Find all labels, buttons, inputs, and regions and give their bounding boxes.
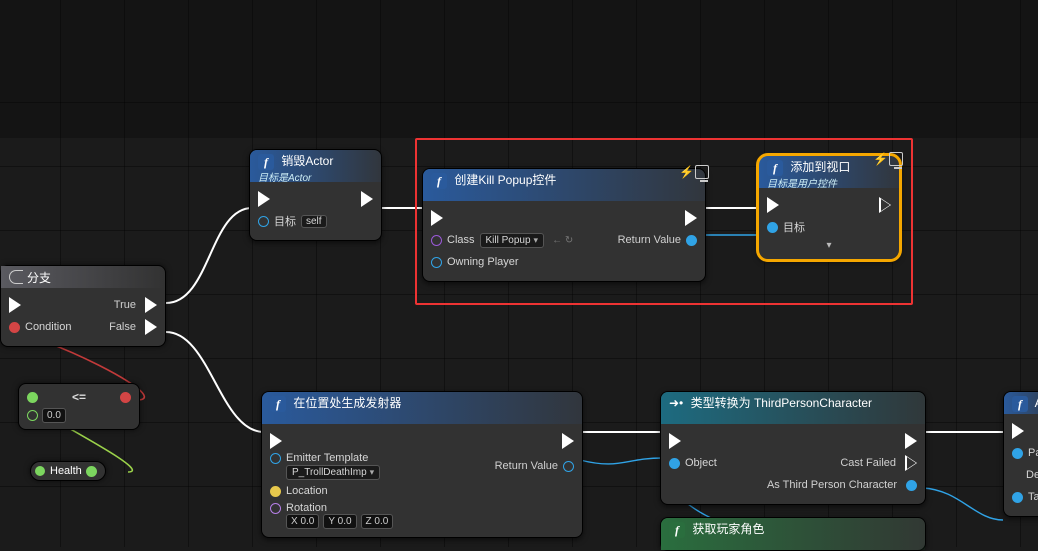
- compare-operator-label: <=: [72, 390, 86, 404]
- exec-in-pin[interactable]: [9, 297, 21, 313]
- false-pin[interactable]: False: [109, 319, 157, 335]
- exec-in-pin[interactable]: [1012, 423, 1024, 439]
- float-in-a-pin[interactable]: [27, 392, 38, 403]
- exec-in-pin[interactable]: [258, 191, 270, 207]
- function-icon: f: [270, 396, 286, 412]
- node-create-widget[interactable]: ⚡ f 创建Kill Popup控件 Class Kill Popup ← ↻ …: [422, 168, 706, 282]
- node-get-player-character[interactable]: f 获取玩家角色: [660, 517, 926, 551]
- function-icon: f: [767, 160, 783, 176]
- fast-call-icon: ⚡: [873, 148, 903, 170]
- class-pin[interactable]: Class Kill Popup ← ↻: [431, 233, 573, 248]
- exec-in-pin[interactable]: [669, 433, 681, 449]
- node-float-compare[interactable]: <= 0.0: [18, 383, 140, 430]
- object-pin[interactable]: Object: [669, 457, 717, 469]
- variable-health[interactable]: Health: [30, 461, 106, 481]
- top-dark-area: [0, 0, 1038, 138]
- node-title: 添加到视口: [790, 160, 850, 174]
- exec-in-pin[interactable]: [270, 433, 282, 449]
- exec-in-pin[interactable]: [767, 197, 779, 213]
- nav-arrows[interactable]: ← ↻: [552, 235, 573, 246]
- exec-in-pin[interactable]: [431, 210, 443, 226]
- function-icon: f: [258, 154, 274, 170]
- location-pin[interactable]: Location: [270, 485, 328, 497]
- return-value-pin[interactable]: Return Value: [495, 460, 574, 472]
- class-dropdown[interactable]: Kill Popup: [480, 233, 545, 248]
- exec-out-pin[interactable]: [879, 197, 891, 213]
- var-out-pin[interactable]: [86, 466, 97, 477]
- exec-out-pin[interactable]: [562, 433, 574, 449]
- target-pin[interactable]: 目标: [767, 219, 805, 235]
- node-branch[interactable]: 分支 True Condition False: [0, 265, 166, 347]
- cast-icon: ➜•: [669, 396, 683, 410]
- target-pin[interactable]: 目标 self: [258, 213, 327, 229]
- rotation-pin[interactable]: Rotation: [270, 502, 327, 514]
- true-pin[interactable]: True: [114, 297, 157, 313]
- node-title: 获取玩家角色: [692, 522, 764, 536]
- target-pin[interactable]: Ta: [1012, 491, 1038, 503]
- var-color-dot: [35, 466, 45, 476]
- bool-out-pin[interactable]: [120, 392, 131, 403]
- template-dropdown[interactable]: P_TrollDeathImp: [286, 465, 380, 480]
- node-cast[interactable]: ➜• 类型转换为 ThirdPersonCharacter Object Cas…: [660, 391, 926, 505]
- node-subtitle: 目标是用户控件: [767, 179, 837, 190]
- pawn-pin[interactable]: Pa: [1012, 447, 1038, 459]
- cast-failed-pin[interactable]: Cast Failed: [840, 455, 917, 471]
- node-ai-partial[interactable]: f AI Pa De Ta: [1003, 391, 1038, 517]
- return-value-pin[interactable]: Return Value: [618, 234, 697, 246]
- variable-label: Health: [50, 465, 86, 477]
- owning-player-pin[interactable]: Owning Player: [431, 256, 519, 268]
- expand-chevron-icon[interactable]: ▾: [767, 240, 891, 251]
- node-subtitle: 目标是Actor: [258, 173, 311, 184]
- node-destroy-actor[interactable]: f 销毁Actor 目标是Actor 目标 self: [249, 149, 382, 241]
- node-title: 分支: [27, 269, 51, 286]
- function-icon: f: [1012, 396, 1028, 412]
- node-title: 销毁Actor: [281, 154, 333, 168]
- float-in-b-pin[interactable]: [27, 410, 38, 421]
- node-title: 创建Kill Popup控件: [454, 173, 556, 187]
- float-value-field[interactable]: 0.0: [42, 408, 66, 423]
- exec-out-pin[interactable]: [685, 210, 697, 226]
- as-character-pin[interactable]: As Third Person Character: [767, 479, 917, 491]
- emitter-template-pin[interactable]: Emitter Template P_TrollDeathImp: [270, 452, 380, 480]
- branch-icon: [9, 270, 23, 284]
- node-title: 在位置处生成发射器: [293, 396, 401, 410]
- exec-out-pin[interactable]: [905, 433, 917, 449]
- fast-call-icon: ⚡: [679, 161, 709, 183]
- node-spawn-emitter[interactable]: f 在位置处生成发射器 Emitter Template P_TrollDeat…: [261, 391, 583, 538]
- condition-pin[interactable]: Condition: [9, 321, 71, 333]
- function-icon: f: [669, 522, 685, 538]
- exec-out-pin[interactable]: [361, 191, 373, 207]
- dest-pin[interactable]: De: [1012, 469, 1038, 481]
- blueprint-canvas[interactable]: f 销毁Actor 目标是Actor 目标 self ⚡ f 创建Kill Po…: [0, 0, 1038, 547]
- node-title: 类型转换为 ThirdPersonCharacter: [691, 396, 872, 410]
- function-icon: f: [431, 173, 447, 189]
- node-add-to-viewport[interactable]: ⚡ f 添加到视口 目标是用户控件 目标 ▾: [758, 155, 900, 260]
